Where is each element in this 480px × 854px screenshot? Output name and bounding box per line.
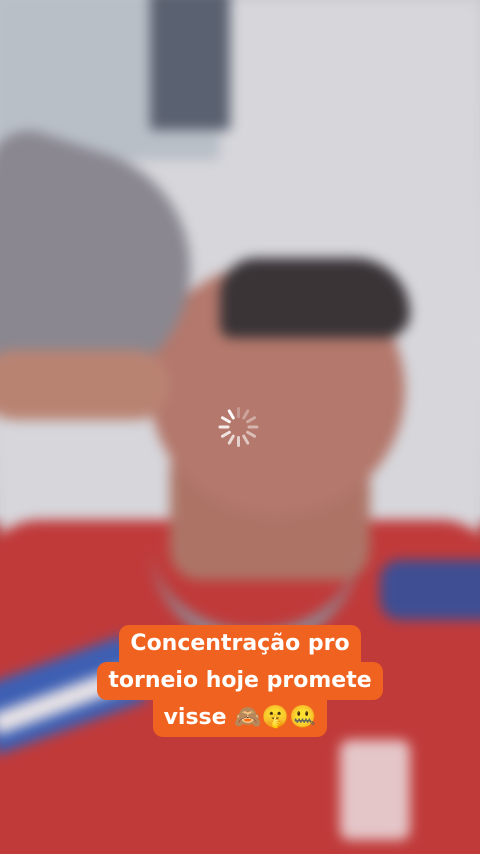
spinner-tick (245, 430, 257, 439)
caption-line: Concentração pro (119, 625, 361, 663)
spinner-tick (227, 408, 236, 420)
spinner-tick (237, 436, 240, 447)
spinner-tick (241, 434, 250, 446)
loading-spinner-icon (218, 407, 259, 447)
caption-line: torneio hoje promete (97, 662, 383, 700)
spinner-tick (227, 434, 236, 446)
spinner-tick (245, 415, 257, 424)
spinner-tick (218, 425, 230, 429)
spinner-tick (220, 415, 232, 424)
caption-line: visse 🙈🤫🤐 (152, 699, 328, 737)
caption-overlay: Concentração pro torneio hoje promete vi… (0, 625, 480, 737)
spinner-tick (237, 407, 240, 418)
spinner-tick (247, 425, 259, 429)
video-frame[interactable]: Concentração pro torneio hoje promete vi… (0, 0, 480, 854)
